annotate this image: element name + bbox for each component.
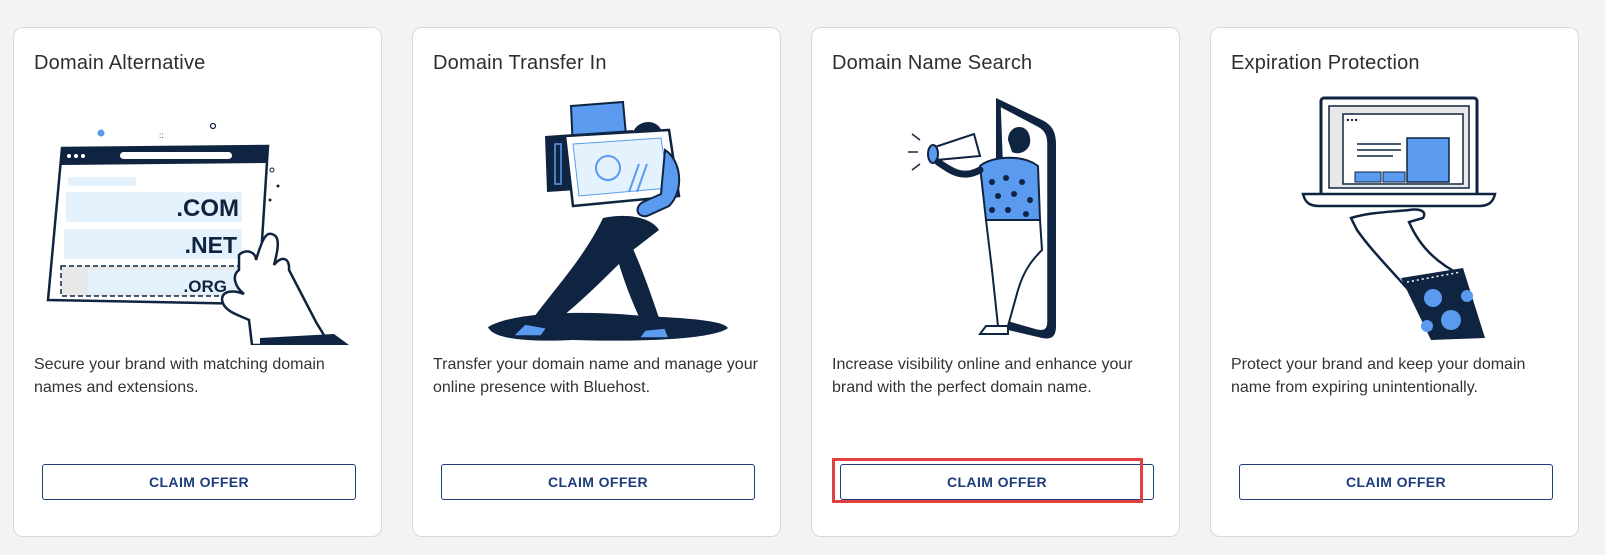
card-title: Expiration Protection	[1231, 52, 1420, 74]
card-title: Domain Alternative	[34, 52, 206, 74]
svg-text:::: ::	[159, 131, 163, 140]
offer-card-domain-name-search: Domain Name Search Increase visibility o…	[811, 27, 1180, 537]
offer-card-domain-alternative: Domain Alternative :: .COM .NET .ORG Sec…	[13, 27, 382, 537]
hand-holding-laptop-illustration	[1301, 96, 1497, 340]
domain-extensions-illustration: :: .COM .NET .ORG	[46, 122, 349, 345]
offer-card-domain-transfer-in: Domain Transfer In Transfer your domain …	[412, 27, 781, 537]
net-extension-label: .NET	[185, 232, 237, 258]
person-carrying-boxes-illustration	[488, 100, 728, 341]
claim-offer-button[interactable]: CLAIM OFFER	[441, 464, 755, 500]
person-megaphone-phone-illustration	[908, 98, 1056, 339]
card-description: Protect your brand and keep your domain …	[1231, 356, 1526, 396]
card-title: Domain Transfer In	[433, 52, 607, 74]
card-description: Transfer your domain name and manage you…	[433, 356, 758, 396]
card-title: Domain Name Search	[832, 52, 1033, 74]
com-extension-label: .COM	[176, 195, 239, 222]
card-description: Secure your brand with matching domain n…	[34, 356, 325, 396]
claim-offer-button[interactable]: CLAIM OFFER	[1239, 464, 1553, 500]
claim-offer-button[interactable]: CLAIM OFFER	[840, 464, 1154, 500]
offer-cards: Domain Alternative :: .COM .NET .ORG Sec…	[0, 0, 1605, 555]
org-extension-label: .ORG	[184, 277, 227, 296]
card-description: Increase visibility online and enhance y…	[832, 356, 1133, 396]
claim-offer-button[interactable]: CLAIM OFFER	[42, 464, 356, 500]
offer-card-expiration-protection: Expiration Protection Protect your brand…	[1210, 27, 1579, 537]
